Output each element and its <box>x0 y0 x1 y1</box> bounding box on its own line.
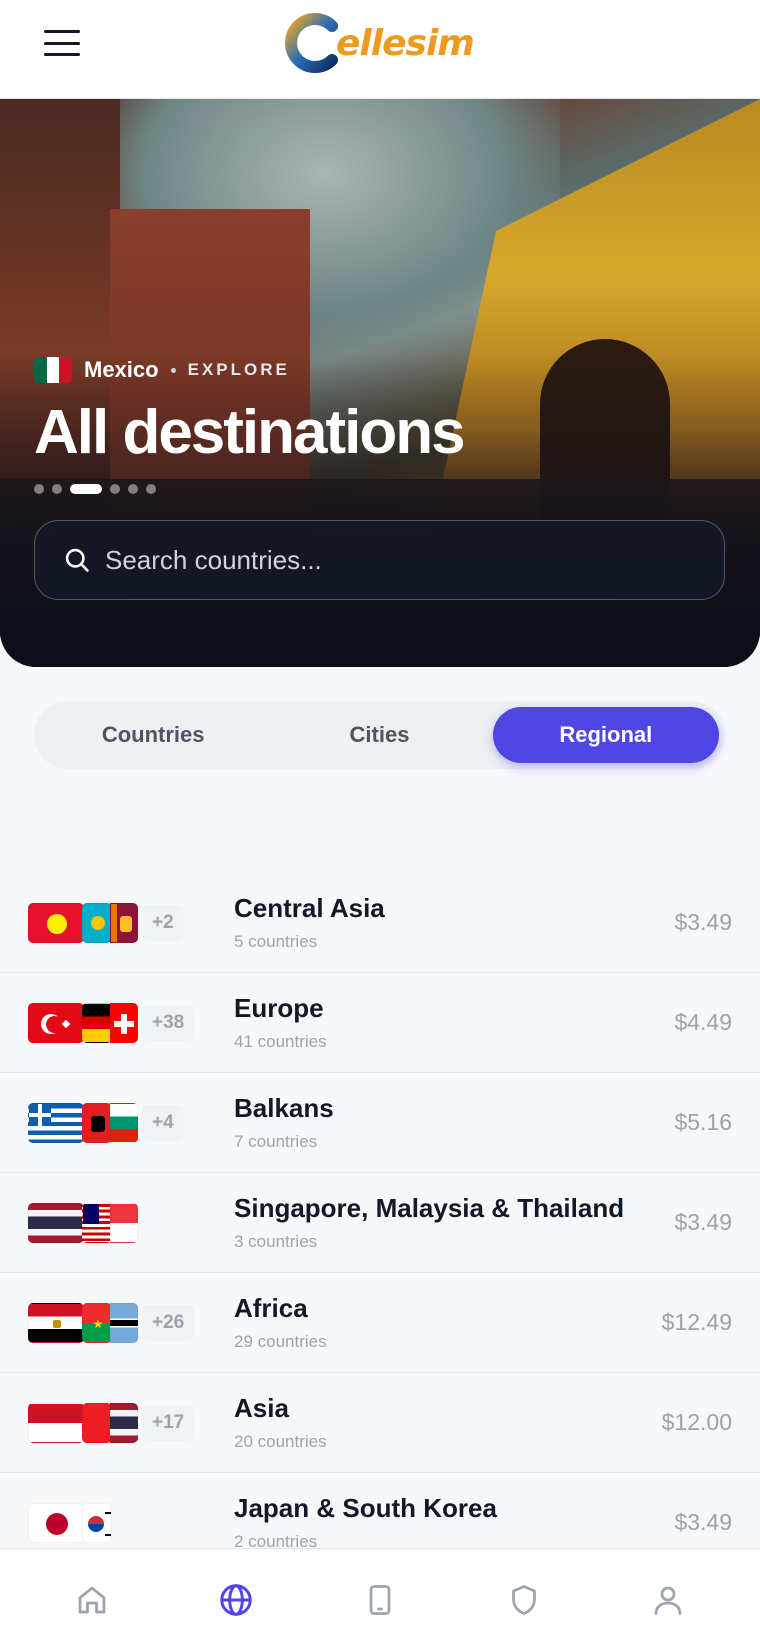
region-name: Europe <box>234 993 324 1023</box>
hero-banner: Mexico EXPLORE All destinations <box>0 99 760 667</box>
app-header: C ellesim <box>0 0 760 99</box>
bottom-nav <box>0 1548 760 1651</box>
shield-icon <box>512 1585 536 1615</box>
indonesia-flag-icon <box>28 1403 84 1443</box>
tab-regional[interactable]: Regional <box>492 707 719 763</box>
region-count: 20 countries <box>234 1432 327 1451</box>
carousel-dot-active[interactable] <box>70 484 102 494</box>
region-price: $4.49 <box>674 1009 732 1035</box>
region-list: +2 Central Asia 5 countries $3.49 +38 Eu… <box>0 873 760 1573</box>
albania-flag-icon <box>82 1103 112 1143</box>
singapore-flag-icon <box>110 1203 138 1243</box>
japan-flag-icon <box>28 1503 84 1543</box>
region-name: Asia <box>234 1393 289 1423</box>
region-count: 7 countries <box>234 1132 318 1151</box>
region-name: Central Asia <box>234 893 385 923</box>
globe-icon <box>220 1584 252 1616</box>
region-count: 5 countries <box>234 932 318 951</box>
separator-dot <box>170 367 176 373</box>
region-flags <box>28 1203 138 1243</box>
burkina-faso-flag-icon <box>82 1303 112 1343</box>
region-row-central-asia[interactable]: +2 Central Asia 5 countries $3.49 <box>0 873 760 973</box>
region-row-europe[interactable]: +38 Europe 41 countries $4.49 <box>0 973 760 1073</box>
region-flags: +17 <box>28 1403 195 1443</box>
region-count: 41 countries <box>234 1032 327 1051</box>
carousel-dot[interactable] <box>34 484 44 494</box>
more-countries-badge: +2 <box>142 905 184 941</box>
region-row-balkans[interactable]: +4 Balkans 7 countries $5.16 <box>0 1073 760 1173</box>
hero-country: Mexico <box>84 357 159 382</box>
carousel-dot[interactable] <box>146 484 156 494</box>
region-name: Balkans <box>234 1093 334 1123</box>
kazakhstan-flag-icon <box>82 903 112 943</box>
home-icon <box>78 1586 106 1614</box>
tab-countries[interactable]: Countries <box>40 707 266 763</box>
egypt-flag-icon <box>28 1303 84 1343</box>
region-price: $3.49 <box>674 909 732 935</box>
region-flags: +38 <box>28 1003 195 1043</box>
nav-destinations[interactable] <box>206 1570 266 1630</box>
mexico-flag-icon <box>34 357 72 383</box>
sri-lanka-flag-icon <box>110 903 138 943</box>
region-price: $5.16 <box>674 1109 732 1135</box>
malaysia-flag-icon <box>82 1203 112 1243</box>
nav-security[interactable] <box>494 1570 554 1630</box>
turkey-flag-icon <box>28 1003 84 1043</box>
region-count: 3 countries <box>234 1232 318 1251</box>
logo-c-mark: C <box>285 12 338 73</box>
south-korea-flag-icon <box>82 1503 112 1543</box>
svg-text:C: C <box>286 12 287 13</box>
region-name: Japan & South Korea <box>234 1493 497 1523</box>
carousel-dot[interactable] <box>52 484 62 494</box>
region-count: 29 countries <box>234 1332 327 1351</box>
carousel-dot[interactable] <box>128 484 138 494</box>
region-name: Singapore, Malaysia & Thailand <box>234 1193 625 1223</box>
more-countries-badge: +4 <box>142 1105 184 1141</box>
bulgaria-flag-icon <box>110 1103 138 1143</box>
search-box[interactable] <box>34 520 725 600</box>
thailand-flag-icon <box>28 1203 84 1243</box>
user-icon <box>654 1586 682 1615</box>
region-price: $12.00 <box>661 1409 732 1435</box>
brand-logo[interactable]: C ellesim <box>284 10 475 76</box>
region-flags: +4 <box>28 1103 184 1143</box>
search-icon <box>65 548 89 572</box>
thailand-flag-icon <box>110 1403 138 1443</box>
region-price: $12.49 <box>661 1309 732 1335</box>
more-countries-badge: +38 <box>142 1005 195 1041</box>
region-row-sg-my-th[interactable]: Singapore, Malaysia & Thailand 3 countri… <box>0 1173 760 1273</box>
more-countries-badge: +26 <box>142 1305 195 1341</box>
region-flags: +2 <box>28 903 184 943</box>
tab-cities[interactable]: Cities <box>266 707 492 763</box>
page-title: All destinations <box>34 398 466 467</box>
region-flags: +26 <box>28 1303 195 1343</box>
phone-icon <box>369 1585 391 1615</box>
greece-flag-icon <box>28 1103 84 1143</box>
switzerland-flag-icon <box>110 1003 138 1043</box>
hero-meta: Mexico EXPLORE <box>34 357 290 383</box>
destination-tabs: Countries Cities Regional <box>34 701 725 769</box>
logo-text: ellesim <box>336 22 475 64</box>
carousel-dot[interactable] <box>110 484 120 494</box>
nav-home[interactable] <box>62 1570 122 1630</box>
region-price: $3.49 <box>674 1509 732 1535</box>
region-flags <box>28 1503 112 1543</box>
kyrgyzstan-flag-icon <box>28 903 84 943</box>
more-countries-badge: +17 <box>142 1405 195 1441</box>
botswana-flag-icon <box>110 1303 138 1343</box>
carousel-dots <box>34 484 156 494</box>
hero-explore-label: EXPLORE <box>187 360 290 379</box>
germany-flag-icon <box>82 1003 112 1043</box>
region-name: Africa <box>234 1293 308 1323</box>
region-row-africa[interactable]: +26 Africa 29 countries $12.49 <box>0 1273 760 1373</box>
nav-profile[interactable] <box>638 1570 698 1630</box>
nav-esims[interactable] <box>350 1570 410 1630</box>
menu-icon[interactable] <box>40 26 84 60</box>
region-price: $3.49 <box>674 1209 732 1235</box>
region-row-asia[interactable]: +17 Asia 20 countries $12.00 <box>0 1373 760 1473</box>
search-input[interactable] <box>105 544 665 576</box>
china-flag-icon <box>82 1403 112 1443</box>
